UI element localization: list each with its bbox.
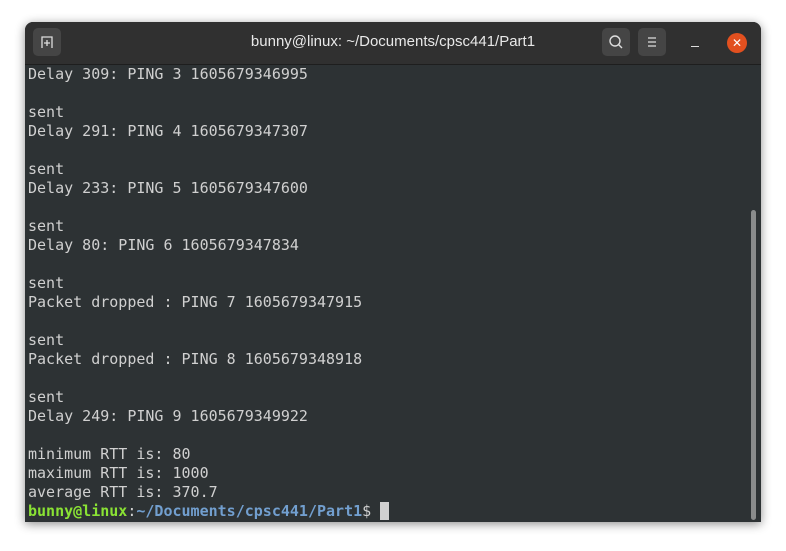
output-line: maximum RTT is: 1000: [28, 464, 209, 482]
prompt-line[interactable]: bunny@linux:~/Documents/cpsc441/Part1$: [28, 502, 748, 521]
text-cursor: [380, 502, 390, 520]
output-line: Packet dropped : PING 8 1605679348918: [28, 350, 363, 368]
output-line: Delay 309: PING 3 1605679346995: [28, 65, 308, 83]
output-line: sent: [28, 103, 65, 121]
minimize-icon[interactable]: [691, 46, 699, 47]
prompt-user: bunny@linux: [28, 502, 128, 520]
output-line: Packet dropped : PING 7 1605679347915: [28, 293, 363, 311]
output-line: sent: [28, 274, 65, 292]
output-line: minimum RTT is: 80: [28, 445, 191, 463]
output-line: Delay 233: PING 5 1605679347600: [28, 179, 308, 197]
terminal-window: bunny@linux: ~/Documents/cpsc441/Part1 ✕…: [25, 22, 761, 522]
output-line: sent: [28, 331, 65, 349]
prompt-path: ~/Documents/cpsc441/Part1: [136, 502, 363, 520]
search-icon: [609, 35, 623, 49]
close-icon: ✕: [731, 36, 743, 50]
menu-icon: [648, 37, 656, 47]
output-line: Delay 80: PING 6 1605679347834: [28, 236, 299, 254]
scrollbar[interactable]: [751, 210, 756, 520]
search-button[interactable]: [602, 28, 630, 56]
output-line: average RTT is: 370.7: [28, 483, 218, 501]
terminal-output[interactable]: Delay 309: PING 3 1605679346995 sent Delay…: [28, 65, 748, 521]
output-line: Delay 291: PING 4 1605679347307: [28, 122, 308, 140]
output-line: Delay 249: PING 9 1605679349922: [28, 407, 308, 425]
close-button[interactable]: ✕: [727, 33, 747, 53]
output-line: sent: [28, 160, 65, 178]
prompt-symbol: $: [362, 502, 372, 520]
title-bar: bunny@linux: ~/Documents/cpsc441/Part1 ✕: [25, 22, 761, 65]
output-line: sent: [28, 217, 65, 235]
menu-button[interactable]: [638, 28, 666, 56]
output-line: sent: [28, 388, 65, 406]
